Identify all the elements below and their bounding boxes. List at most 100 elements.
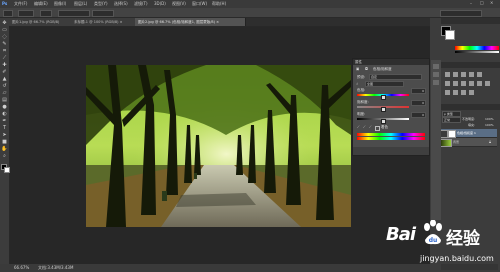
preset-label: 预设:	[357, 75, 366, 79]
pen-tool-icon[interactable]: ✒	[1, 118, 8, 124]
document-size: 文档:3.43M/3.43M	[38, 265, 74, 270]
swatches-panel-icon[interactable]	[433, 80, 439, 85]
dodge-tool-icon[interactable]: ◐	[1, 111, 8, 117]
photoshop-logo: Ps	[2, 1, 8, 6]
saturation-label: 饱和度:	[357, 100, 369, 104]
menu-file[interactable]: 文件(F)	[14, 1, 27, 7]
grayscale-ramp[interactable]	[455, 51, 499, 53]
color-panel-header[interactable]	[441, 18, 500, 24]
layer-name[interactable]: 色相/饱和度 1	[457, 131, 476, 135]
adjustments-panel-header[interactable]	[441, 62, 500, 68]
baidu-jingyan-text: 经验	[446, 229, 480, 249]
color-spectrum[interactable]	[455, 46, 499, 50]
quick-select-tool-icon[interactable]: ✎	[1, 41, 8, 47]
option-field-1[interactable]	[18, 10, 34, 17]
tab-document-2[interactable]: 未标题-1 @ 100% (RGB/8) ×	[71, 18, 138, 26]
history-panel-icon[interactable]	[433, 64, 439, 69]
properties-panel: 属性 ▣ ◘ 色相/饱和度 预设: 自定 ☝ 全图 色相: 0 饱和度: 0 明…	[352, 58, 430, 156]
opacity-value[interactable]: 100%	[485, 117, 494, 121]
menu-3d[interactable]: 3D(D)	[154, 1, 166, 6]
blend-mode-select[interactable]: 正常	[442, 117, 461, 123]
tab-document-3[interactable]: 图片2.jpg @ 66.7% (色相/饱和度1, 图层蒙版/8) ×	[135, 18, 246, 26]
svg-text:du: du	[429, 237, 438, 244]
menu-help[interactable]: 帮助(H)	[212, 1, 226, 7]
properties-panel-header[interactable]: 属性	[353, 59, 429, 65]
menu-image[interactable]: 图像(I)	[54, 1, 66, 7]
blur-tool-icon[interactable]: ●	[1, 104, 8, 110]
type-tool-icon[interactable]: T	[1, 125, 8, 131]
hue-spectrum-bottom	[357, 137, 425, 140]
adjustments-icon-grid	[443, 70, 497, 100]
lightness-value[interactable]: 0	[411, 112, 426, 118]
toolbox: ✥ ▭ ◌ ✎ ⌗ ⟋ ✚ ✐ ▲ ↺ ▱ ▤ ● ◐ ✒ T ➤ ■ ✋ ⌕	[0, 18, 10, 264]
opacity-label: 不透明度:	[462, 117, 476, 121]
close-icon[interactable]: ×	[490, 0, 493, 5]
info-panel-icon[interactable]	[433, 72, 439, 77]
zoom-tool-icon[interactable]: ⌕	[1, 153, 8, 159]
mask-thumbnail	[448, 130, 456, 138]
hue-label: 色相:	[357, 88, 366, 92]
lock-icon: 🔒︎	[489, 139, 492, 144]
paw-logo-icon: du	[424, 220, 442, 245]
stamp-tool-icon[interactable]: ▲	[1, 76, 8, 82]
adjustment-name: 色相/饱和度	[373, 67, 392, 71]
baidu-logo-text: Bai	[386, 224, 416, 245]
maximize-icon[interactable]: □	[480, 0, 484, 5]
refine-edge-button[interactable]	[92, 10, 114, 17]
marquee-tool-icon[interactable]: ▭	[1, 27, 8, 33]
eyedropper-tool-icon[interactable]: ⟋	[1, 55, 8, 61]
healing-tool-icon[interactable]: ✚	[1, 62, 8, 68]
path-select-tool-icon[interactable]: ➤	[1, 132, 8, 138]
document-image[interactable]	[86, 65, 351, 227]
menu-view[interactable]: 视图(V)	[172, 1, 186, 7]
baidu-watermark: Bai du 经验 jingyan.baidu.com	[386, 218, 496, 270]
hand-tool-icon[interactable]: ✋	[1, 146, 8, 152]
tool-preset-picker[interactable]	[3, 10, 13, 17]
option-dropdown[interactable]	[58, 10, 90, 17]
menu-select[interactable]: 选择(S)	[114, 1, 128, 7]
move-tool-icon[interactable]: ✥	[1, 20, 8, 26]
brush-tool-icon[interactable]: ✐	[1, 69, 8, 75]
lightness-slider-knob[interactable]	[381, 119, 386, 124]
eyedropper-plus-icon[interactable]: ⟋	[363, 125, 365, 129]
colorize-checkbox[interactable]	[375, 126, 380, 131]
hand-adjust-icon[interactable]: ☝	[356, 82, 358, 86]
hue-spectrum-top	[357, 133, 425, 136]
lasso-tool-icon[interactable]: ◌	[1, 34, 8, 40]
eyedropper-icon[interactable]: ⟋	[357, 125, 359, 129]
history-brush-icon[interactable]: ↺	[1, 83, 8, 89]
preset-dropdown[interactable]: 自定	[369, 74, 422, 80]
tab-document-1[interactable]: 图片1.jpg @ 66.7% (RGB/8)	[9, 18, 74, 26]
background-thumbnail	[440, 139, 452, 147]
menu-window[interactable]: 窗口(W)	[192, 1, 207, 7]
hue-slider-knob[interactable]	[381, 95, 386, 100]
fill-value[interactable]: 100%	[485, 123, 494, 127]
workspace-switcher[interactable]	[440, 10, 482, 17]
menu-type[interactable]: 类型(Y)	[94, 1, 108, 7]
layer-name[interactable]: 背景	[453, 140, 459, 144]
minimize-icon[interactable]: –	[470, 1, 472, 6]
eraser-tool-icon[interactable]: ▱	[1, 90, 8, 96]
crop-tool-icon[interactable]: ⌗	[1, 48, 8, 54]
color-background[interactable]	[445, 30, 455, 40]
menu-layer[interactable]: 图层(L)	[74, 1, 87, 7]
hue-value[interactable]: 0	[411, 88, 426, 94]
hue-saturation-icon: ▣	[356, 67, 360, 71]
menu-edit[interactable]: 编辑(E)	[34, 1, 48, 7]
gradient-tool-icon[interactable]: ▤	[1, 97, 8, 103]
eyedropper-minus-icon[interactable]: ⟋	[369, 125, 371, 129]
option-field-2[interactable]	[40, 10, 52, 17]
status-bar: 66.67% 文档:3.43M/3.43M	[0, 264, 430, 272]
saturation-slider-knob[interactable]	[381, 107, 386, 112]
layers-panel-header[interactable]	[441, 104, 500, 110]
fill-label: 填充:	[468, 123, 476, 127]
zoom-level[interactable]: 66.67%	[14, 265, 29, 270]
shape-tool-icon[interactable]: ■	[1, 139, 8, 145]
menu-bar: Ps 文件(F) 编辑(E) 图像(I) 图层(L) 类型(Y) 选择(S) 滤…	[0, 0, 500, 8]
menu-filter[interactable]: 滤镜(T)	[134, 1, 148, 7]
options-bar	[0, 8, 500, 18]
saturation-value[interactable]: 0	[411, 100, 426, 106]
mask-icon: ◘	[365, 67, 368, 71]
lightness-label: 明度:	[357, 112, 366, 116]
channel-dropdown[interactable]: 全图	[365, 81, 404, 87]
